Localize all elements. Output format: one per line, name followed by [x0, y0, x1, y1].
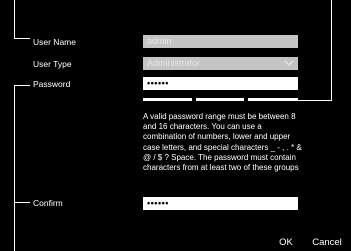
callout-line [14, 38, 30, 39]
cancel-button[interactable]: Cancel [307, 236, 347, 250]
user-type-value: Administrator [147, 58, 201, 68]
password-label: Password [33, 79, 71, 89]
callout-line [331, 0, 332, 101]
password-hint: A valid password range must be between 8… [143, 112, 302, 173]
user-name-label: User Name [33, 37, 76, 47]
confirm-label: Confirm [33, 198, 63, 208]
user-type-label: User Type [33, 59, 72, 69]
callout-line [14, 0, 15, 39]
password-strength-bar [248, 98, 298, 101]
password-field[interactable]: •••••• [143, 77, 298, 90]
user-type-select: Administrator [143, 57, 298, 70]
callout-line [14, 202, 30, 203]
user-name-field: admin [143, 35, 298, 48]
callout-line [14, 85, 30, 86]
user-settings-panel: User Name admin User Type Administrator … [0, 0, 351, 251]
callout-line [298, 100, 332, 101]
password-strength-bar [196, 98, 244, 101]
chevron-down-icon [284, 60, 294, 66]
password-strength-bar [143, 98, 192, 101]
callout-line [14, 85, 15, 251]
ok-button[interactable]: OK [272, 236, 300, 250]
confirm-field[interactable]: •••••• [143, 197, 298, 210]
